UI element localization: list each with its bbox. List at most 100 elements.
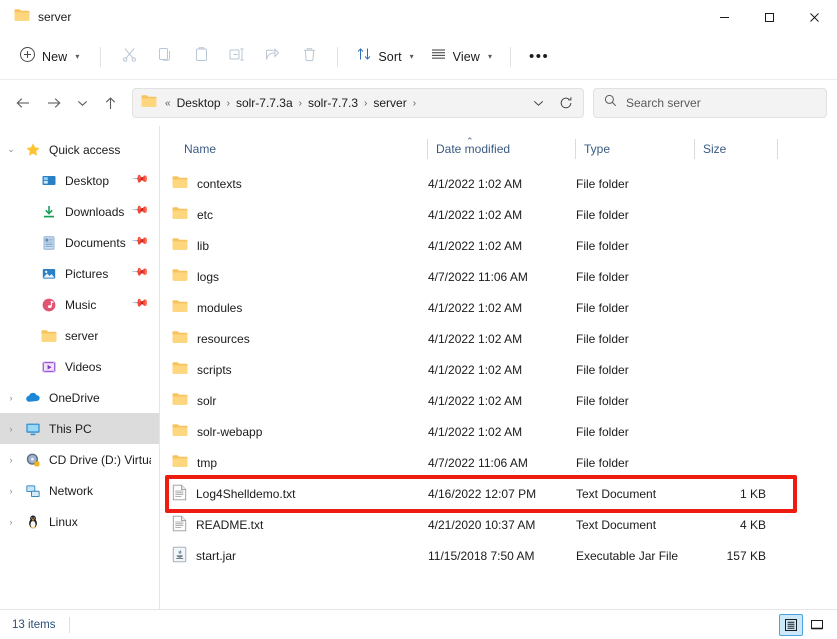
sidebar-item-quick-access[interactable]: ⌄ Quick access xyxy=(0,134,159,165)
file-name-cell[interactable]: lib xyxy=(172,237,428,254)
sidebar-item-desktop[interactable]: Desktop 📌 xyxy=(0,165,159,196)
file-name-cell[interactable]: start.jar xyxy=(172,546,428,566)
paste-button[interactable] xyxy=(184,41,218,73)
up-button[interactable] xyxy=(95,88,125,118)
sidebar-item-network[interactable]: › Network xyxy=(0,475,159,506)
table-row[interactable]: contexts 4/1/2022 1:02 AM File folder xyxy=(160,168,837,199)
large-icons-view-button[interactable] xyxy=(805,614,829,636)
file-name-cell[interactable]: solr-webapp xyxy=(172,423,428,440)
search-input[interactable] xyxy=(626,96,816,110)
cut-button[interactable] xyxy=(112,41,146,73)
tab-title: server xyxy=(38,10,72,24)
file-name-cell[interactable]: scripts xyxy=(172,361,428,378)
column-header-size[interactable]: Size xyxy=(695,134,778,164)
sidebar-item-pictures[interactable]: Pictures 📌 xyxy=(0,258,159,289)
table-row[interactable]: solr-webapp 4/1/2022 1:02 AM File folder xyxy=(160,416,837,447)
view-button-label: View xyxy=(452,49,480,64)
view-button[interactable]: View ▾ xyxy=(423,41,499,73)
table-row[interactable]: scripts 4/1/2022 1:02 AM File folder xyxy=(160,354,837,385)
sidebar-item-music[interactable]: Music 📌 xyxy=(0,289,159,320)
sidebar-item-downloads[interactable]: Downloads 📌 xyxy=(0,196,159,227)
breadcrumb-item[interactable]: solr-7.7.3 xyxy=(304,94,362,112)
copy-button[interactable] xyxy=(148,41,182,73)
main-body: ⌄ Quick access Desktop 📌 Downloads 📌 Docume… xyxy=(0,126,837,609)
file-type-cell: File folder xyxy=(576,393,629,408)
file-name-cell[interactable]: contexts xyxy=(172,175,428,192)
breadcrumb-item[interactable]: solr-7.7.3a xyxy=(232,94,297,112)
breadcrumb-overflow[interactable]: « xyxy=(164,98,172,109)
table-row[interactable]: Log4Shelldemo.txt 4/16/2022 12:07 PM Text… xyxy=(160,478,837,509)
sort-button[interactable]: Sort ▾ xyxy=(349,41,420,73)
minimize-button[interactable] xyxy=(702,0,747,34)
forward-button[interactable] xyxy=(39,88,69,118)
sidebar-item-label: Pictures xyxy=(65,266,109,281)
table-row[interactable]: README.txt 4/21/2020 10:37 AM Text Docume… xyxy=(160,509,837,540)
file-name-cell[interactable]: tmp xyxy=(172,454,428,471)
recent-locations-button[interactable] xyxy=(70,88,94,118)
table-row[interactable]: start.jar 11/15/2018 7:50 AM Executable J… xyxy=(160,540,837,571)
column-header-name[interactable]: Name xyxy=(184,134,428,164)
sidebar-item-server[interactable]: server xyxy=(0,320,159,351)
share-icon xyxy=(264,46,282,68)
cloud-icon xyxy=(22,390,44,406)
sidebar-item-onedrive[interactable]: › OneDrive xyxy=(0,382,159,413)
share-button[interactable] xyxy=(256,41,290,73)
file-name-cell[interactable]: resources xyxy=(172,330,428,347)
file-name-cell[interactable]: etc xyxy=(172,206,428,223)
chevron-right-icon[interactable]: › xyxy=(0,517,22,527)
back-button[interactable] xyxy=(8,88,38,118)
close-button[interactable] xyxy=(792,0,837,34)
search-box[interactable] xyxy=(593,88,827,118)
window-tab-server[interactable]: server xyxy=(0,0,81,34)
table-row[interactable]: solr 4/1/2022 1:02 AM File folder xyxy=(160,385,837,416)
new-button[interactable]: New ▾ xyxy=(12,41,89,73)
address-dropdown-button[interactable] xyxy=(525,90,551,116)
breadcrumb-item[interactable]: Desktop xyxy=(173,94,225,112)
file-name-cell[interactable]: logs xyxy=(172,268,428,285)
maximize-button[interactable] xyxy=(747,0,792,34)
chevron-down-icon: ▾ xyxy=(75,52,80,61)
chevron-right-icon[interactable]: › xyxy=(0,486,22,496)
file-name-cell[interactable]: solr xyxy=(172,392,428,409)
file-name-cell[interactable]: modules xyxy=(172,299,428,316)
copy-icon xyxy=(157,46,174,68)
rename-button[interactable] xyxy=(220,41,254,73)
delete-button[interactable] xyxy=(292,41,326,73)
chevron-right-icon[interactable]: › xyxy=(0,393,22,403)
chevron-down-icon[interactable]: ⌄ xyxy=(0,144,22,155)
refresh-button[interactable] xyxy=(553,90,579,116)
file-name-cell[interactable]: README.txt xyxy=(172,515,428,535)
table-row[interactable]: lib 4/1/2022 1:02 AM File folder xyxy=(160,230,837,261)
disc-icon xyxy=(22,452,44,468)
folder-icon xyxy=(172,330,188,347)
sidebar-item-videos[interactable]: Videos xyxy=(0,351,159,382)
column-header-date-modified[interactable]: Date modified xyxy=(428,134,576,164)
file-name-label: contexts xyxy=(197,176,242,191)
breadcrumb-separator[interactable]: › xyxy=(226,98,231,109)
column-header-type[interactable]: Type xyxy=(576,134,695,164)
sidebar-item-linux[interactable]: › Linux xyxy=(0,506,159,537)
more-button[interactable]: ••• xyxy=(522,41,556,73)
sidebar-item-documents[interactable]: Documents 📌 xyxy=(0,227,159,258)
folder-icon xyxy=(38,329,60,343)
breadcrumb-separator[interactable]: › xyxy=(298,98,303,109)
table-row[interactable]: tmp 4/7/2022 11:06 AM File folder xyxy=(160,447,837,478)
folder-icon xyxy=(172,175,188,192)
file-date-cell: 11/15/2018 7:50 AM xyxy=(428,548,535,563)
address-bar[interactable]: « Desktop › solr-7.7.3a › solr-7.7.3 › s… xyxy=(132,88,584,118)
breadcrumb-item[interactable]: server xyxy=(369,94,410,112)
sidebar-item-cd-drive-d-virtual[interactable]: › CD Drive (D:) Virtual xyxy=(0,444,159,475)
file-name-label: resources xyxy=(197,331,250,346)
chevron-right-icon[interactable]: › xyxy=(0,424,22,434)
table-row[interactable]: etc 4/1/2022 1:02 AM File folder xyxy=(160,199,837,230)
monitor-icon xyxy=(22,421,44,437)
file-name-cell[interactable]: Log4Shelldemo.txt xyxy=(172,484,428,504)
breadcrumb-separator[interactable]: › xyxy=(412,98,417,109)
table-row[interactable]: logs 4/7/2022 11:06 AM File folder xyxy=(160,261,837,292)
table-row[interactable]: modules 4/1/2022 1:02 AM File folder xyxy=(160,292,837,323)
chevron-right-icon[interactable]: › xyxy=(0,455,22,465)
breadcrumb-separator[interactable]: › xyxy=(363,98,368,109)
details-view-button[interactable] xyxy=(779,613,803,636)
table-row[interactable]: resources 4/1/2022 1:02 AM File folder xyxy=(160,323,837,354)
sidebar-item-this-pc[interactable]: › This PC xyxy=(0,413,159,444)
